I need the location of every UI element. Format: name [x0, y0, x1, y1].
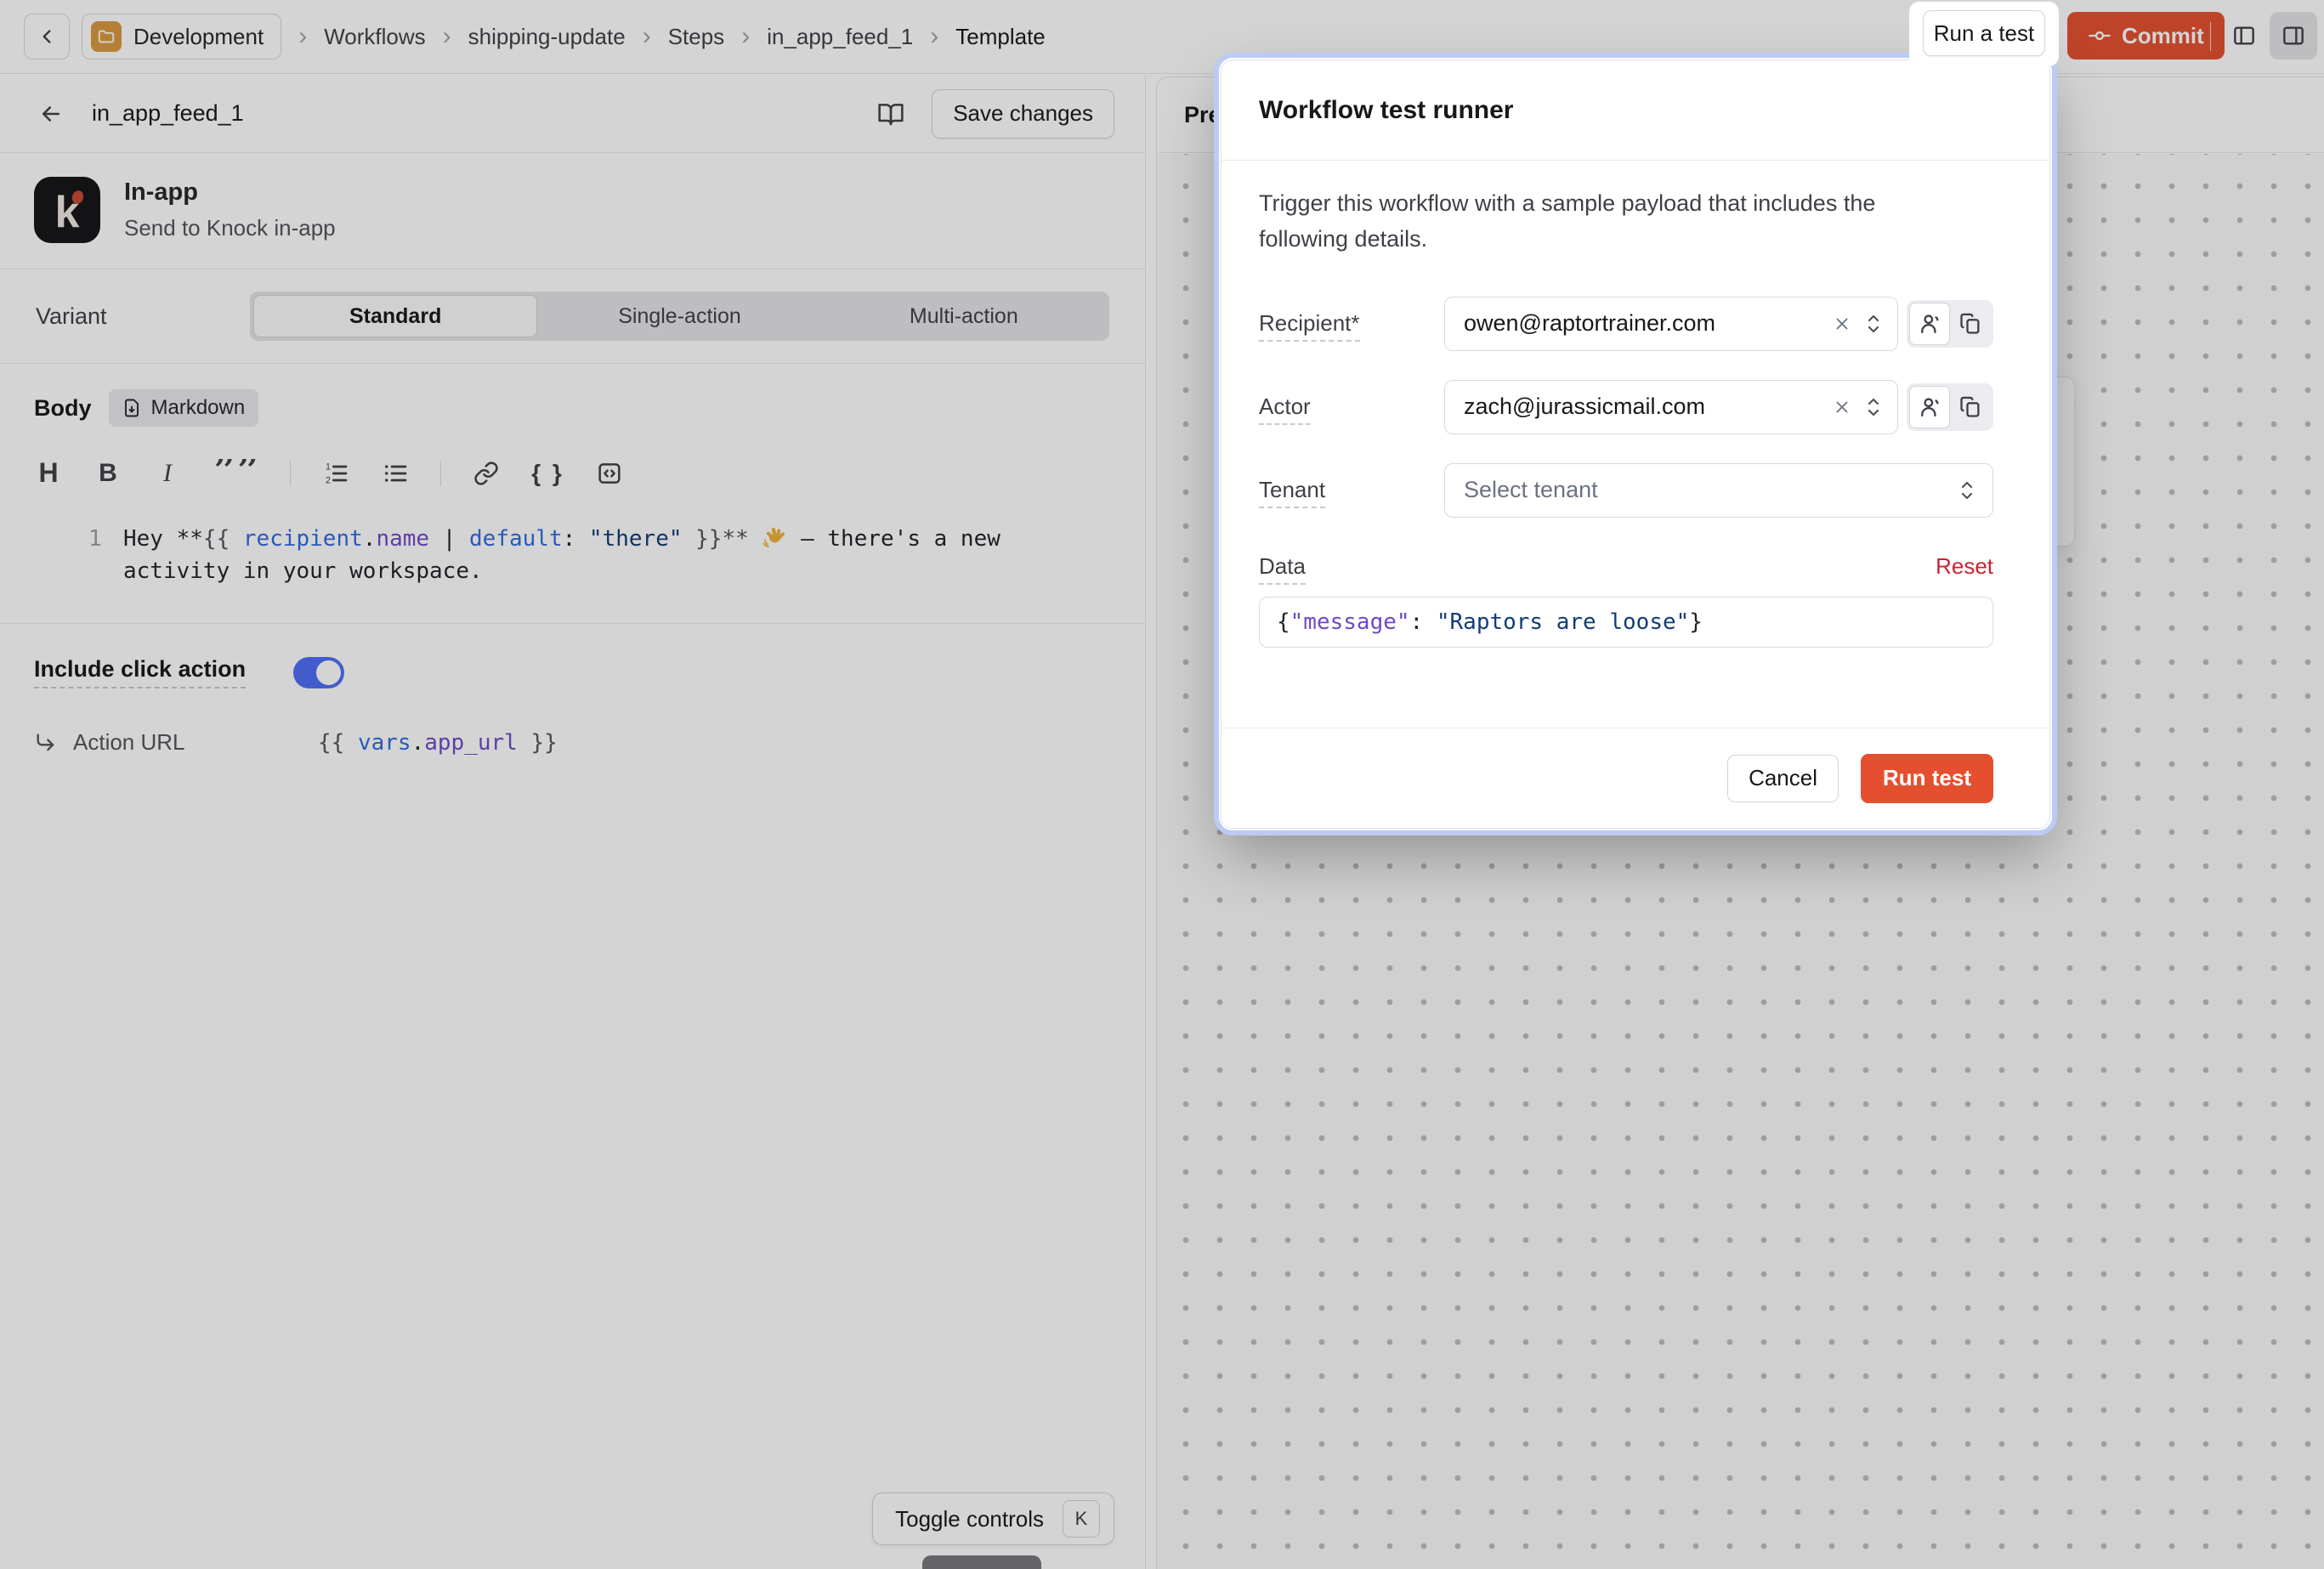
actor-combobox[interactable]: zach@jurassicmail.com — [1444, 380, 1898, 434]
recipient-combobox[interactable]: owen@raptortrainer.com — [1444, 297, 1898, 351]
dialog-footer: Cancel Run test — [1222, 728, 2049, 828]
actor-actions — [1907, 383, 1993, 431]
chevron-up-down-icon — [1863, 395, 1884, 419]
actor-user-picker-button[interactable] — [1909, 386, 1950, 428]
recipient-actions — [1907, 300, 1993, 348]
chevron-up-down-icon — [1863, 312, 1884, 336]
copy-icon — [1958, 395, 1982, 419]
dialog-header: Workflow test runner — [1222, 60, 2049, 161]
copy-actor-button[interactable] — [1950, 386, 1991, 428]
close-icon — [1833, 398, 1851, 416]
reset-data-button[interactable]: Reset — [1936, 553, 1993, 580]
user-icon — [1918, 395, 1941, 419]
actor-label: Actor — [1259, 394, 1444, 420]
actor-value: zach@jurassicmail.com — [1464, 394, 1821, 420]
tenant-field-row: Tenant Select tenant — [1259, 463, 1993, 518]
close-icon — [1833, 314, 1851, 333]
tenant-select[interactable]: Select tenant — [1444, 463, 1993, 518]
recipient-value: owen@raptortrainer.com — [1464, 310, 1821, 337]
data-header-row: Data Reset — [1259, 553, 1993, 580]
run-test-button[interactable]: Run test — [1861, 754, 1993, 803]
recipient-field-row: Recipient* owen@raptortrainer.com — [1259, 297, 1993, 351]
clear-actor-button[interactable] — [1833, 398, 1851, 416]
dialog-title: Workflow test runner — [1259, 96, 1513, 125]
workflow-test-runner-dialog: Workflow test runner Trigger this workfl… — [1221, 59, 2050, 829]
data-label: Data — [1259, 553, 1444, 580]
data-json-input[interactable]: {"message": "Raptors are loose"} — [1259, 597, 1993, 648]
tenant-placeholder: Select tenant — [1464, 477, 1957, 503]
recipient-user-picker-button[interactable] — [1909, 303, 1950, 345]
user-icon — [1918, 312, 1941, 336]
actor-field-row: Actor zach@jurassicmail.com — [1259, 380, 1993, 434]
recipient-label: Recipient* — [1259, 310, 1444, 337]
clear-recipient-button[interactable] — [1833, 314, 1851, 333]
run-a-test-button[interactable]: Run a test — [1923, 10, 2045, 56]
app-root: Development Workflows shipping-update St… — [0, 0, 2324, 1569]
copy-icon — [1958, 312, 1982, 336]
chevron-up-down-icon — [1957, 479, 1977, 502]
copy-recipient-button[interactable] — [1950, 303, 1991, 345]
dialog-description: Trigger this workflow with a sample payl… — [1259, 186, 1922, 258]
tenant-label: Tenant — [1259, 477, 1444, 503]
cancel-button[interactable]: Cancel — [1727, 755, 1839, 802]
